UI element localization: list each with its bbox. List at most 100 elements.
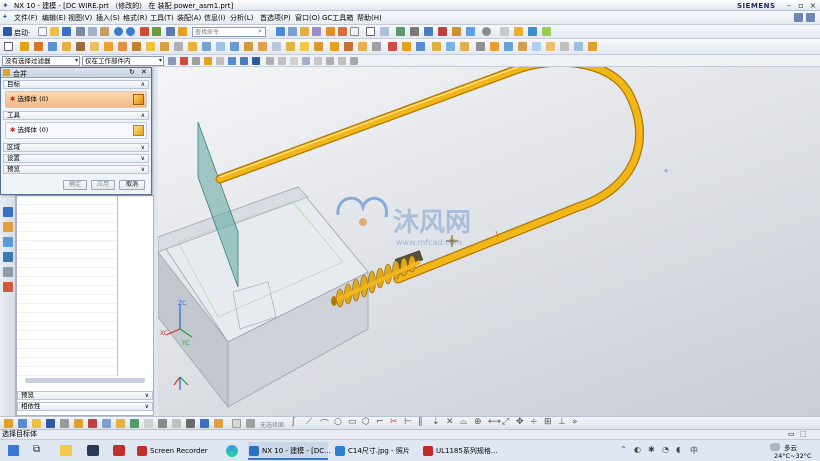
view-orientation-icon[interactable]	[366, 27, 375, 36]
curve-filter-icon[interactable]	[158, 419, 167, 428]
zoom-icon[interactable]	[396, 27, 405, 36]
snap-on-curve-icon[interactable]	[266, 57, 274, 65]
offset-icon[interactable]: ∥	[418, 417, 423, 427]
background-icon[interactable]	[452, 27, 461, 36]
menu-view[interactable]: 视图(V)	[68, 13, 92, 23]
save-icon[interactable]	[62, 27, 71, 36]
redo-icon[interactable]	[126, 27, 135, 36]
snap-center-icon[interactable]	[228, 57, 236, 65]
apply-button[interactable]: 应用	[91, 180, 115, 190]
minimize-button[interactable]: –	[784, 1, 794, 10]
show-hide-icon[interactable]	[288, 27, 297, 36]
temperature-text[interactable]: 24°C~32°C	[774, 452, 812, 460]
edit-object-display-icon[interactable]	[300, 27, 309, 36]
cancel-button[interactable]: 取消	[119, 180, 145, 190]
file-explorer-icon[interactable]	[60, 445, 72, 456]
taskbar-app-screen-recorder[interactable]: Screen Recorder	[136, 442, 220, 460]
offset-face-icon[interactable]	[258, 42, 267, 51]
select-icon[interactable]	[4, 419, 13, 428]
wcs-icon[interactable]	[312, 27, 321, 36]
edge-blend-icon[interactable]	[146, 42, 155, 51]
tool-section-header[interactable]: 工具 ∧	[3, 111, 149, 120]
web-browser-tab-icon[interactable]	[3, 267, 13, 277]
move-face-icon[interactable]	[388, 42, 397, 51]
face-rule-icon[interactable]	[232, 419, 241, 428]
network-icon[interactable]: ◔	[662, 445, 669, 454]
measure-distance-icon[interactable]	[326, 27, 335, 36]
sketch-icon[interactable]	[4, 42, 13, 51]
taskbar-app-pdf[interactable]: UL1185系列规格...	[422, 442, 506, 460]
ime-icon[interactable]: 中	[690, 445, 698, 456]
emboss-icon[interactable]	[314, 42, 323, 51]
delete-face-icon[interactable]	[402, 42, 411, 51]
preview-section-header[interactable]: 预览 ∨	[3, 165, 149, 174]
revolve-icon[interactable]	[34, 42, 43, 51]
move-icon[interactable]: ✥	[516, 417, 524, 427]
csys-icon[interactable]	[60, 419, 69, 428]
restore-icon[interactable]	[794, 13, 803, 22]
menu-analysis[interactable]: 分析(L)	[230, 13, 253, 23]
boss-icon[interactable]	[76, 42, 85, 51]
snap-arc-icon[interactable]	[326, 57, 334, 65]
menu-format[interactable]: 格式(R)	[123, 13, 147, 23]
chamfer-icon[interactable]	[160, 42, 169, 51]
snap-intersection-icon[interactable]	[216, 57, 224, 65]
menu-file[interactable]: 文件(F)	[14, 13, 38, 23]
through-curves-icon[interactable]	[330, 42, 339, 51]
assembly-nav-icon[interactable]	[514, 27, 523, 36]
datum-filter-icon[interactable]	[172, 419, 181, 428]
history-tab-icon[interactable]	[3, 282, 13, 292]
sketch-tool-icon[interactable]	[200, 419, 209, 428]
extrude-icon[interactable]	[20, 42, 29, 51]
unite-icon[interactable]	[104, 42, 113, 51]
new-icon[interactable]	[38, 27, 47, 36]
sew-icon[interactable]	[372, 42, 381, 51]
start-button[interactable]: 启动·	[14, 28, 30, 38]
fillet-icon[interactable]: ⌐	[376, 417, 384, 427]
gc-tool-icon[interactable]	[574, 42, 583, 51]
snap-grid-icon[interactable]: ⊞	[544, 417, 552, 427]
dialog-reset-icon[interactable]: ↻	[129, 68, 135, 76]
thicken-icon[interactable]	[272, 42, 281, 51]
task-view-icon[interactable]: ⧉	[33, 444, 40, 455]
line-icon[interactable]: ⟋	[306, 417, 312, 427]
part-navigator[interactable]: 预览 ∨ 相依性 ∨	[16, 195, 154, 416]
cut-icon[interactable]	[76, 27, 85, 36]
more-tools-icon[interactable]	[588, 42, 597, 51]
subtract-icon[interactable]	[118, 42, 127, 51]
menu-info[interactable]: 信息(I)	[204, 13, 226, 23]
search-icon[interactable]: ⌕	[258, 27, 262, 36]
bluetooth-icon[interactable]: ✱	[648, 445, 655, 454]
menu-help[interactable]: 帮助(H)	[357, 13, 382, 23]
replace-face-icon[interactable]	[416, 42, 425, 51]
assembly-icon[interactable]	[432, 42, 441, 51]
snap-existing-icon[interactable]	[314, 57, 322, 65]
weather-text[interactable]: 多云	[784, 442, 797, 452]
tube-icon[interactable]	[300, 42, 309, 51]
status-fullscreen-icon[interactable]: ⬚	[800, 430, 807, 439]
snap-endpoint-icon[interactable]	[180, 57, 188, 65]
constraint-icon[interactable]	[460, 42, 469, 51]
selection-scope-dropdown[interactable]: 仅在工作部件内 ▾	[82, 56, 164, 66]
menu-insert[interactable]: 插入(S)	[96, 13, 120, 23]
taskbar-app-nx[interactable]: NX 10 - 建模 - [DC...	[248, 442, 331, 460]
menu-gc-toolbox[interactable]: GC工具箱	[322, 13, 353, 23]
work-layer-icon[interactable]	[466, 27, 475, 36]
target-section-header[interactable]: 目标 ∧	[3, 80, 149, 89]
selection-filter-dropdown[interactable]: 没有选择过滤器 ▾	[2, 56, 80, 66]
snap-quadrant-icon[interactable]	[240, 57, 248, 65]
snap-point-icon[interactable]	[252, 57, 260, 65]
sweep-icon[interactable]	[286, 42, 295, 51]
dialog-close-icon[interactable]: ✕	[141, 68, 147, 76]
part-navigator-tab-icon[interactable]	[3, 207, 13, 217]
clearance-icon[interactable]	[518, 42, 527, 51]
snap-on-face-icon[interactable]	[278, 57, 286, 65]
tray-chevron-icon[interactable]: ⌃	[620, 445, 627, 454]
profile-icon[interactable]	[214, 419, 223, 428]
pan-icon[interactable]	[424, 27, 433, 36]
rectangle-icon[interactable]: ▭	[348, 417, 357, 427]
curve-rule-label[interactable]: 无选择面	[260, 420, 284, 429]
settings-section-header[interactable]: 设置 ∨	[3, 154, 149, 163]
paste-icon[interactable]	[100, 27, 109, 36]
windows-start-icon[interactable]	[8, 445, 19, 456]
